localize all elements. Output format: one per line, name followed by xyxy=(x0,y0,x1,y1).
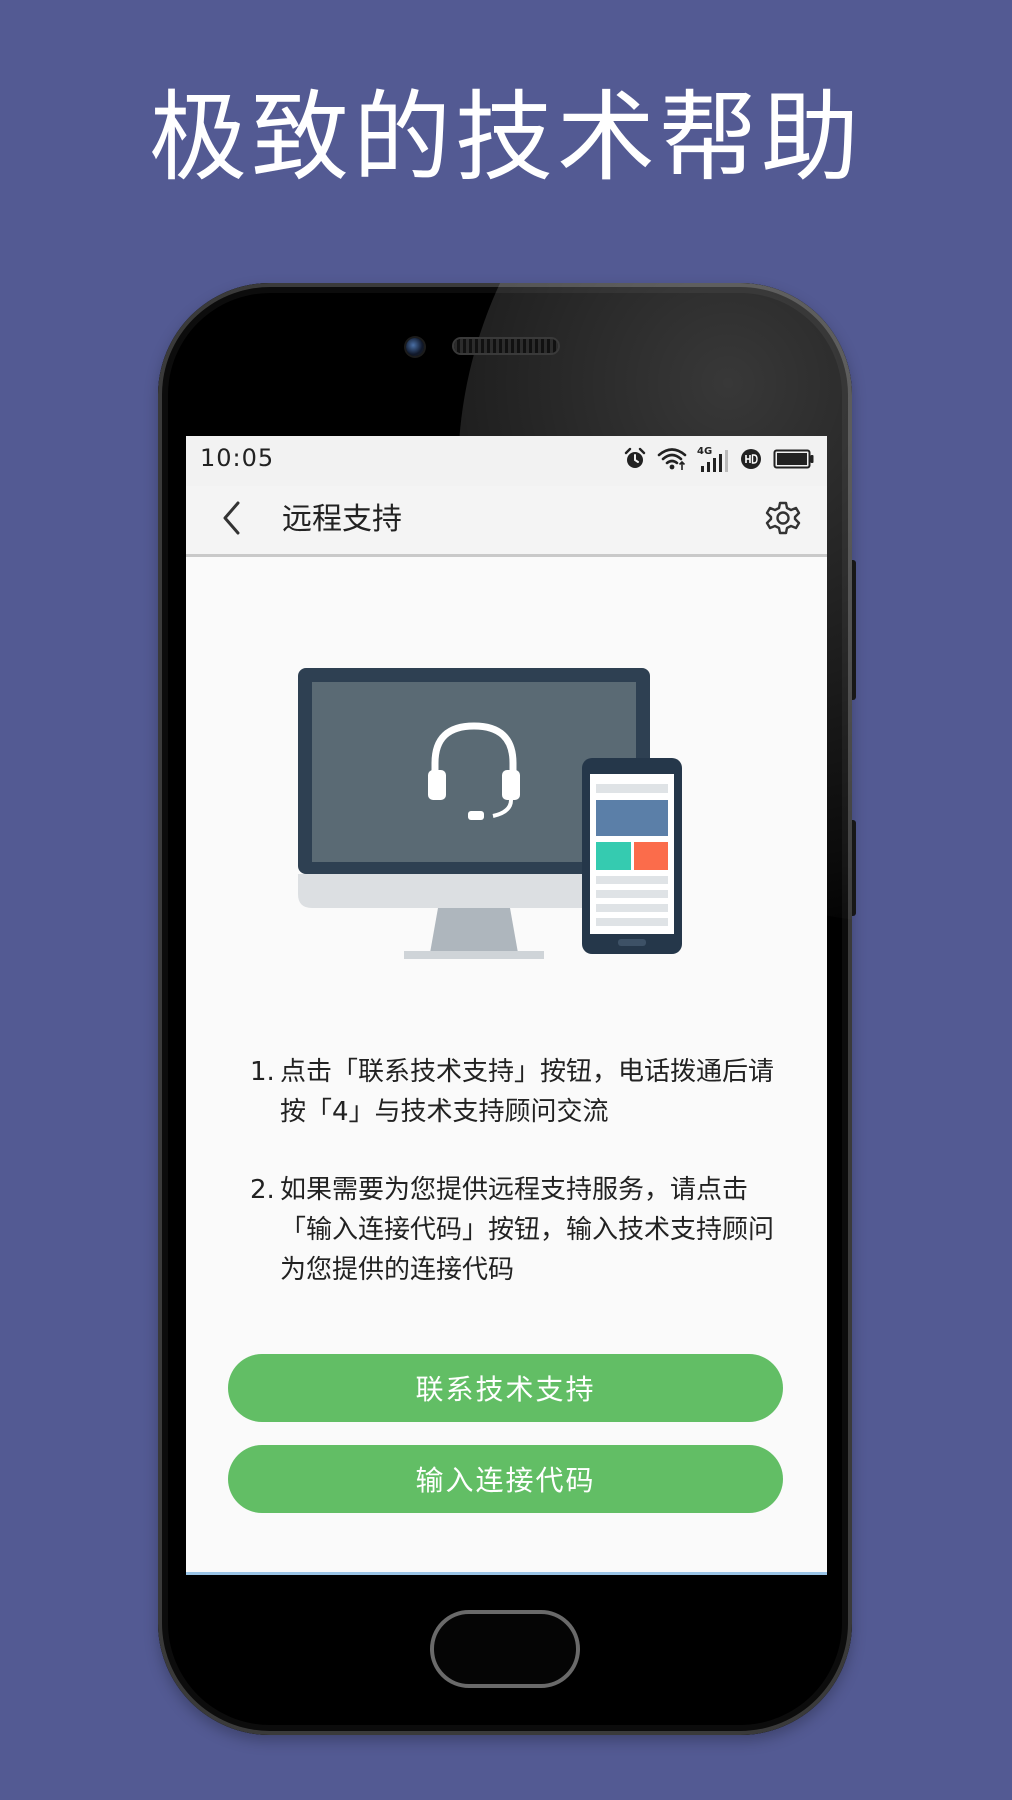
instruction-text: 点击「联系技术支持」按钮，电话拨通后请按「4」与技术支持顾问交流 xyxy=(280,1057,775,1127)
remote-support-illustration xyxy=(298,668,682,959)
instruction-number: 1. xyxy=(250,1057,275,1087)
instruction-item: 2. 如果需要为您提供远程支持服务，请点击「输入连接代码」按钮，输入技术支持顾问… xyxy=(250,1170,790,1290)
settings-button[interactable] xyxy=(761,498,805,542)
back-button[interactable] xyxy=(210,498,254,542)
instruction-text: 如果需要为您提供远程支持服务，请点击「输入连接代码」按钮，输入技术支持顾问为您提… xyxy=(280,1175,775,1285)
signal-icon: 4G xyxy=(697,446,729,474)
status-icons: 4G xyxy=(623,446,815,476)
wifi-icon xyxy=(657,446,687,476)
smartphone-icon xyxy=(582,758,682,954)
contact-support-button[interactable]: 联系技术支持 xyxy=(228,1354,783,1422)
instruction-item: 1. 点击「联系技术支持」按钮，电话拨通后请按「4」与技术支持顾问交流 xyxy=(250,1052,790,1132)
battery-icon xyxy=(773,448,815,474)
enter-code-button[interactable]: 输入连接代码 xyxy=(228,1445,783,1513)
alarm-icon xyxy=(623,447,647,475)
home-button[interactable] xyxy=(430,1610,580,1688)
status-time: 10:05 xyxy=(200,444,275,472)
hd-icon xyxy=(739,447,763,475)
instruction-number: 2. xyxy=(250,1175,275,1205)
phone-screen: 10:05 4G 远程支持 1. 点击「联系技术支持」按钮，电话拨通后请按「4」… xyxy=(186,436,827,1575)
page-title: 远程支持 xyxy=(282,502,402,537)
app-bar: 远程支持 xyxy=(186,486,827,557)
status-bar: 10:05 4G xyxy=(186,436,827,486)
promo-headline: 极致的技术帮助 xyxy=(148,81,863,195)
chevron-left-icon xyxy=(220,500,244,540)
instruction-list: 1. 点击「联系技术支持」按钮，电话拨通后请按「4」与技术支持顾问交流 2. 如… xyxy=(250,1052,790,1328)
screen-bottom-divider xyxy=(186,1572,827,1575)
gear-icon xyxy=(765,500,801,540)
earpiece-speaker xyxy=(454,339,558,353)
front-camera xyxy=(406,338,424,356)
